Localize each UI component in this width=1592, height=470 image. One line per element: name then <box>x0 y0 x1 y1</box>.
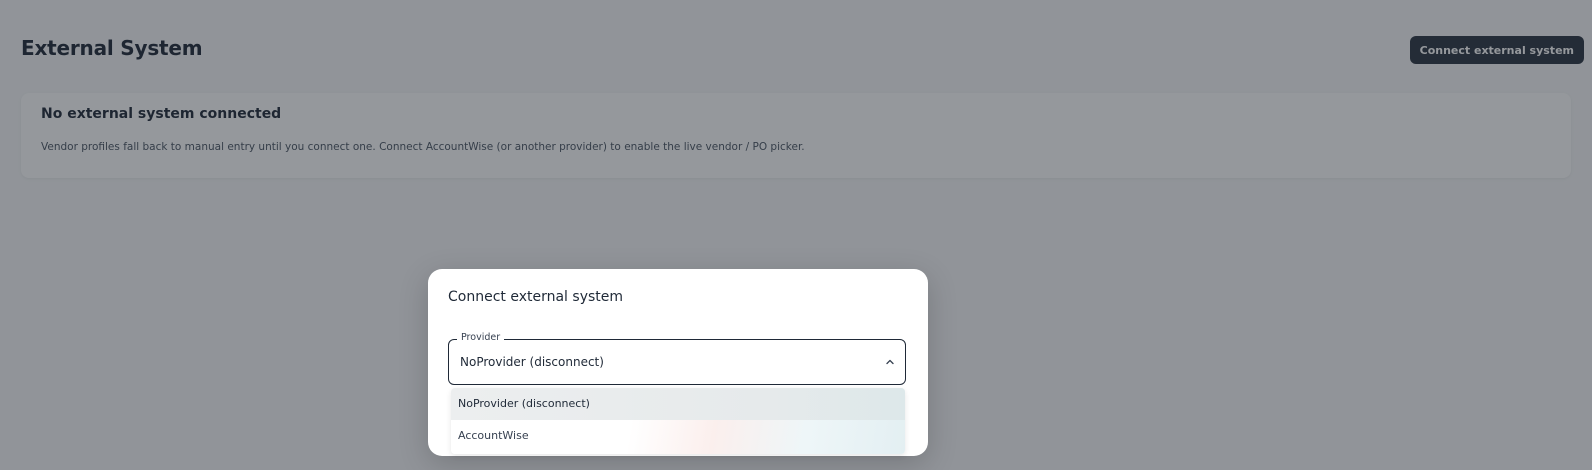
provider-select[interactable]: Provider NoProvider (disconnect) <box>448 332 906 385</box>
provider-option-noprovider[interactable]: NoProvider (disconnect) <box>451 388 905 420</box>
dialog-title: Connect external system <box>448 289 624 305</box>
chevron-up-icon[interactable] <box>885 357 895 367</box>
provider-select-value: NoProvider (disconnect) <box>460 355 604 369</box>
provider-select-label: Provider <box>457 332 505 343</box>
external-system-page: External System Connect external system … <box>0 0 1592 470</box>
connect-external-system-dialog: Connect external system Provider NoProvi… <box>428 269 928 456</box>
provider-option-accountwise[interactable]: AccountWise <box>451 420 905 452</box>
provider-options-list: NoProvider (disconnect) AccountWise <box>451 388 905 454</box>
